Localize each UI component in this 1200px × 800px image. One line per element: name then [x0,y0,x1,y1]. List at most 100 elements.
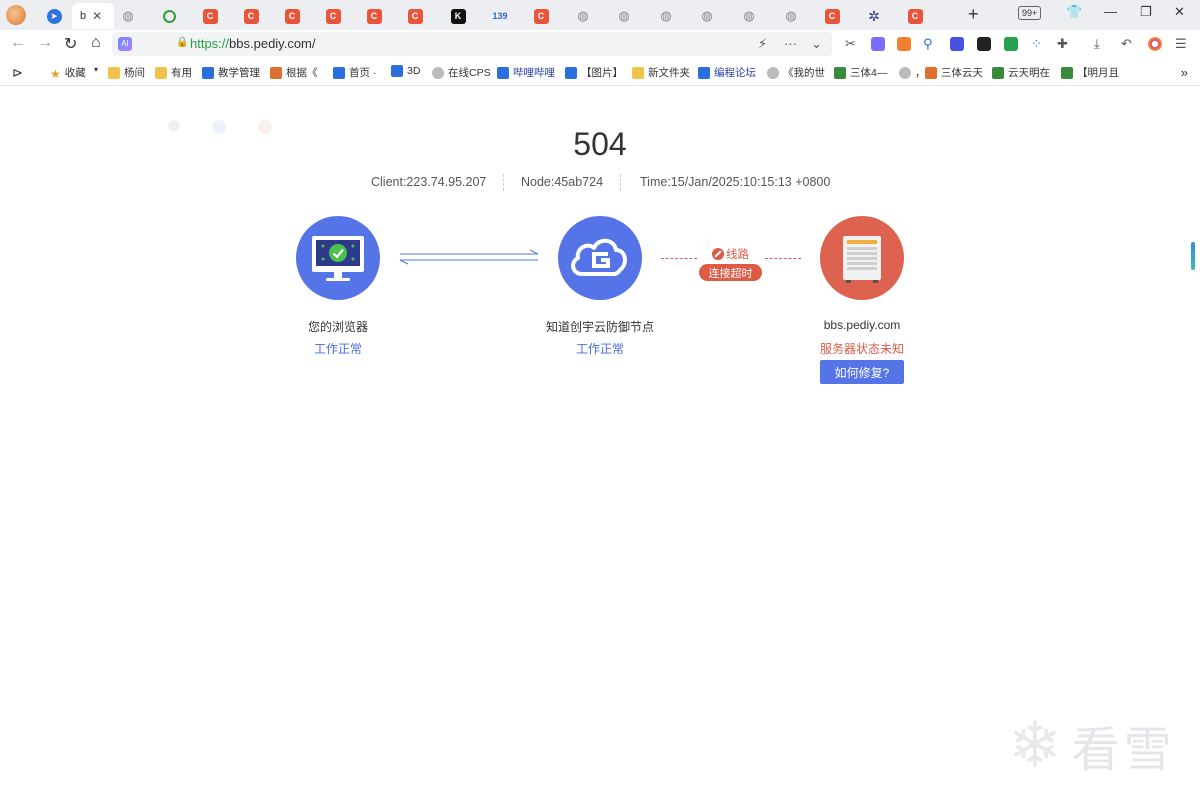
url-text[interactable]: https://bbs.pediy.com/ [190,36,316,51]
browser-tab[interactable]: ➤ [34,3,74,29]
browser-tab[interactable]: C [190,3,230,29]
dots-extension-icon[interactable]: ⁘ [1031,36,1042,52]
browser-tab[interactable]: ◍ [729,3,769,29]
139-icon: 139 [492,11,508,21]
profile-avatar[interactable] [6,5,26,25]
browser-tab[interactable]: ◍ [771,3,811,29]
bookmark-label: 【图片】 [581,67,623,79]
bookmark-label: 有用 [171,67,192,79]
tab-count-badge[interactable]: 99+ [1018,6,1042,20]
tampermonkey-icon[interactable] [977,37,991,51]
more-bookmarks-icon[interactable]: » [1181,65,1188,80]
blocked-icon [712,248,724,260]
home-icon[interactable]: ⌂ [91,34,101,52]
forward-icon[interactable]: → [37,34,53,52]
browser-tab[interactable]: ◍ [108,3,148,29]
browser-tab[interactable]: ◍ [563,3,603,29]
video-extension-icon[interactable] [950,37,964,51]
chevron-down-icon[interactable]: ⌄ [811,36,822,52]
forum-icon [698,66,710,79]
scissors-icon[interactable]: ✂ [845,36,856,52]
close-window-icon[interactable]: ✕ [1174,4,1185,20]
undo-icon[interactable]: ↶ [1121,36,1132,52]
bookmark-label: 哔哩哔哩 [513,67,555,79]
bookmark-item[interactable]: 首页 · [333,65,376,80]
restore-icon[interactable]: ❐ [1140,4,1152,20]
kanxue-watermark: ❄ 看雪 [1008,710,1176,780]
folder-icon [155,66,167,79]
lock-icon[interactable]: 🔒 [176,37,188,48]
lightning-icon[interactable]: ⚡ [758,36,767,52]
how-to-fix-button[interactable]: 如何修复? [820,360,904,384]
bookmark-item[interactable]: 根据《 [270,65,318,80]
caret-down-icon[interactable]: ▾ [94,65,98,74]
fox-extension-icon[interactable] [897,37,911,51]
browser-tab[interactable]: C [354,3,394,29]
bookmark-label: 云天明在 [1008,67,1050,79]
bookmark-item[interactable]: 编程论坛 [698,65,756,80]
puzzle-icon[interactable]: ✚ [1057,36,1068,52]
new-tab-button[interactable]: + [968,4,979,25]
shirt-icon[interactable]: 👕 [1066,4,1082,20]
browser-tab[interactable]: C [272,3,312,29]
browser-tab[interactable]: ◍ [604,3,644,29]
bookmark-item[interactable]: 在线CPS [432,65,491,80]
reload-icon[interactable]: ↻ [64,34,77,54]
bookmark-item[interactable]: ， [899,65,926,80]
browser-tab[interactable]: ◍ [646,3,686,29]
browser-tab[interactable]: C [313,3,353,29]
back-icon[interactable]: ← [10,34,26,52]
color-extension-icon[interactable] [1148,37,1162,51]
bookmark-item[interactable]: 有用 [155,65,192,80]
more-dots-icon[interactable]: ··· [784,36,797,51]
bookmark-label: ， [915,67,926,79]
url-scheme: https:// [190,36,230,51]
scroll-indicator[interactable] [1191,242,1195,270]
bookmark-item[interactable]: 三体4— [834,65,887,80]
bookmark-item[interactable]: 哔哩哔哩 [497,65,555,80]
browser-tab[interactable]: C [895,3,935,29]
browser-tab[interactable]: C [231,3,271,29]
sidebar-toggle-icon[interactable]: ⊳ [12,65,23,81]
bookmark-item[interactable]: 三体云天 [925,65,983,80]
browser-tab[interactable]: C [521,3,561,29]
browser-tab[interactable]: ✲ [854,3,894,29]
browser-tab[interactable]: K [438,3,478,29]
bookmark-item[interactable]: 云天明在 [992,65,1050,80]
server-node [820,216,904,300]
bookmarks-bar: ⊳ ★ 收藏 杨间 有用 教学管理 根据《 首页 · 3D 在线CPS 哔哩哔哩 【图片】 新文件夹 编… [0,60,1200,86]
menu-icon[interactable]: ☰ [1175,36,1187,52]
node-id: Node:45ab724 [521,175,604,189]
tab-active[interactable]: b ✕ [72,3,114,29]
browser-status: 工作正常 [313,342,362,356]
reader-extension-icon[interactable] [1004,37,1018,51]
tab-active-title: b [80,10,87,22]
search-extension-icon[interactable]: ⚲ [923,36,933,52]
minimize-icon[interactable]: — [1104,4,1117,19]
csdn-icon: C [907,8,923,24]
bookmark-item[interactable]: 【图片】 [565,65,623,80]
download-icon[interactable]: ⤓ [1094,36,1100,52]
bookmark-item[interactable]: ★ 收藏 [50,65,86,81]
bookmark-label: 教学管理 [218,67,260,79]
translate-extension-icon[interactable] [871,37,885,51]
paw-icon [565,66,577,79]
browser-tab[interactable]: 139 [480,3,520,29]
browser-tab[interactable]: ◍ [687,3,727,29]
browser-tab[interactable]: C [812,3,852,29]
bookmark-item[interactable]: 【明月且 [1061,65,1119,80]
bookmark-item[interactable]: 杨间 [108,65,145,80]
bookmark-item[interactable]: 教学管理 [202,65,260,80]
bookmark-item[interactable]: 《我的世 [767,65,825,80]
ai-icon[interactable]: AI [118,37,132,51]
csdn-icon: C [325,8,341,24]
browser-tab[interactable] [149,3,189,29]
tab-close-icon[interactable]: ✕ [92,9,102,23]
browser-tab[interactable]: C [395,3,435,29]
globe-icon: ◍ [743,8,755,23]
bookmark-item[interactable]: 3D [391,65,420,77]
server-status: 服务器状态未知 [819,342,904,356]
bookmark-label: 收藏 [64,67,86,79]
bookmark-item[interactable]: 新文件夹 [632,65,690,80]
link-error-title: 线路 [712,246,749,262]
